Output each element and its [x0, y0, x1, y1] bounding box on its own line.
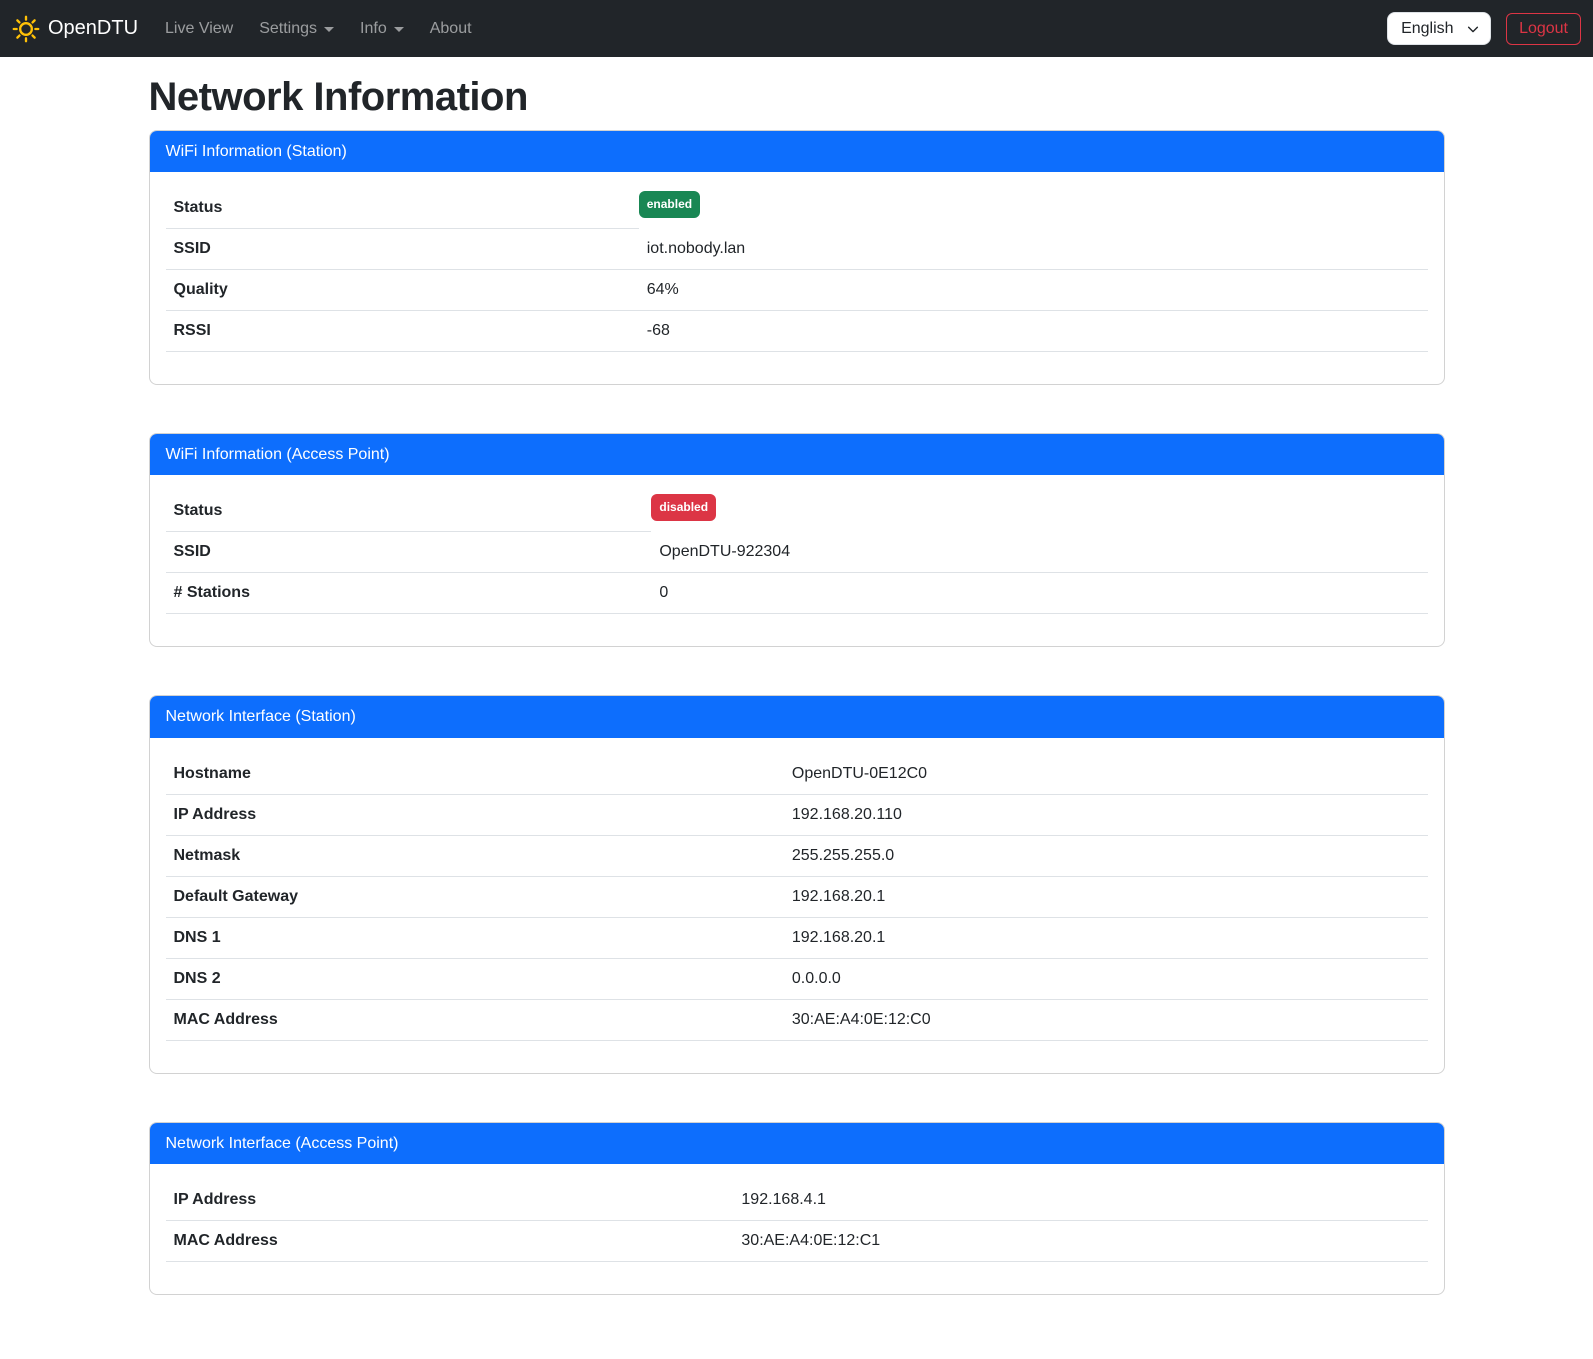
card-header: Network Interface (Station)	[150, 696, 1444, 737]
nav-item-about: About	[417, 12, 485, 46]
row-value-cell: -68	[639, 311, 1428, 352]
nav-link-label: Live View	[165, 20, 233, 38]
nav-link-info[interactable]: Info	[351, 12, 413, 46]
table-row-mac-address: MAC Address30:AE:A4:0E:12:C0	[166, 999, 1428, 1040]
card-body: HostnameOpenDTU-0E12C0IP Address192.168.…	[150, 738, 1444, 1073]
row-label: RSSI	[166, 311, 639, 352]
row-label: IP Address	[166, 794, 784, 835]
status-badge: disabled	[651, 494, 716, 521]
row-label: MAC Address	[166, 1220, 734, 1261]
nav-item-settings: Settings	[246, 12, 347, 46]
nav-link-label: Settings	[259, 20, 317, 38]
card-wifi-information-station: WiFi Information (Station)StatusenabledS…	[149, 130, 1445, 385]
main-content: Network Information WiFi Information (St…	[137, 57, 1457, 1355]
nav-link-live-view[interactable]: Live View	[156, 12, 242, 46]
row-value-cell: 30:AE:A4:0E:12:C1	[733, 1220, 1427, 1261]
row-label: Netmask	[166, 835, 784, 876]
row-label: SSID	[166, 229, 639, 270]
row-label: IP Address	[166, 1180, 734, 1221]
card-body: StatusenabledSSIDiot.nobody.lanQuality64…	[150, 172, 1444, 384]
row-value-cell: 30:AE:A4:0E:12:C0	[784, 999, 1428, 1040]
sun-icon	[12, 15, 40, 43]
card-network-interface-station: Network Interface (Station) HostnameOpenD…	[149, 695, 1445, 1073]
nav-link-settings[interactable]: Settings	[250, 12, 343, 46]
status-badge: enabled	[639, 191, 700, 218]
brand-label: OpenDTU	[48, 17, 138, 40]
row-value-cell: 192.168.20.1	[784, 917, 1428, 958]
nav-item-live-view: Live View	[152, 12, 246, 46]
card-header: WiFi Information (Station)	[150, 131, 1444, 172]
row-label: Hostname	[166, 754, 784, 795]
navbar: OpenDTU Live View Settings Info About Engli…	[0, 0, 1593, 57]
info-table: IP Address192.168.4.1MAC Address30:AE:A4…	[166, 1180, 1428, 1262]
row-value-cell: 0.0.0.0	[784, 958, 1428, 999]
row-value-cell: enabled	[639, 188, 1428, 229]
cards-root: WiFi Information (Station)StatusenabledS…	[149, 130, 1445, 1295]
card-body: IP Address192.168.4.1MAC Address30:AE:A4…	[150, 1164, 1444, 1294]
table-row-ssid: SSIDOpenDTU-922304	[166, 532, 1428, 573]
card-wifi-information-access-point: WiFi Information (Access Point) Statusdis…	[149, 433, 1445, 647]
table-row-status: Statusenabled	[166, 188, 1428, 229]
info-table: StatusdisabledSSIDOpenDTU-922304# Statio…	[166, 491, 1428, 614]
table-row-rssi: RSSI-68	[166, 311, 1428, 352]
row-value-cell: OpenDTU-0E12C0	[784, 754, 1428, 795]
row-value-cell: OpenDTU-922304	[651, 532, 1427, 573]
row-value-cell: 192.168.20.110	[784, 794, 1428, 835]
row-value-cell: disabled	[651, 491, 1427, 532]
nav-item-info: Info	[347, 12, 417, 46]
row-value-cell: 0	[651, 573, 1427, 614]
table-row-quality: Quality64%	[166, 270, 1428, 311]
card-network-interface-access-point: Network Interface (Access Point) IP Addre…	[149, 1122, 1445, 1295]
card-header: Network Interface (Access Point)	[150, 1123, 1444, 1164]
brand-link[interactable]: OpenDTU	[12, 15, 138, 43]
language-select[interactable]: English	[1387, 12, 1491, 45]
table-row-hostname: HostnameOpenDTU-0E12C0	[166, 754, 1428, 795]
table-row-status: Statusdisabled	[166, 491, 1428, 532]
row-label: DNS 2	[166, 958, 784, 999]
table-row-ip-address: IP Address192.168.4.1	[166, 1180, 1428, 1221]
info-table: HostnameOpenDTU-0E12C0IP Address192.168.…	[166, 754, 1428, 1041]
table-row-dns-1: DNS 1192.168.20.1	[166, 917, 1428, 958]
logout-button[interactable]: Logout	[1506, 13, 1581, 45]
nav-link-label: About	[430, 20, 472, 38]
row-value-cell: 192.168.4.1	[733, 1180, 1427, 1221]
row-label: MAC Address	[166, 999, 784, 1040]
nav-link-label: Info	[360, 20, 387, 38]
navbar-right: English Logout	[1387, 12, 1581, 45]
table-row-default-gateway: Default Gateway192.168.20.1	[166, 876, 1428, 917]
chevron-down-icon	[324, 27, 334, 32]
card-body: StatusdisabledSSIDOpenDTU-922304# Statio…	[150, 475, 1444, 646]
row-label: DNS 1	[166, 917, 784, 958]
table-row-netmask: Netmask255.255.255.0	[166, 835, 1428, 876]
card-header: WiFi Information (Access Point)	[150, 434, 1444, 475]
row-label: Default Gateway	[166, 876, 784, 917]
row-value-cell: 64%	[639, 270, 1428, 311]
chevron-down-icon	[394, 27, 404, 32]
table-row-dns-2: DNS 20.0.0.0	[166, 958, 1428, 999]
page-title: Network Information	[149, 75, 1445, 120]
table-row-ssid: SSIDiot.nobody.lan	[166, 229, 1428, 270]
info-table: StatusenabledSSIDiot.nobody.lanQuality64…	[166, 188, 1428, 352]
navbar-menu: Live View Settings Info About	[152, 12, 485, 46]
row-label: SSID	[166, 532, 652, 573]
nav-link-about[interactable]: About	[421, 12, 481, 46]
table-row-mac-address: MAC Address30:AE:A4:0E:12:C1	[166, 1220, 1428, 1261]
row-label: # Stations	[166, 573, 652, 614]
row-label: Status	[166, 491, 652, 532]
table-row-stations: # Stations0	[166, 573, 1428, 614]
row-label: Quality	[166, 270, 639, 311]
row-value-cell: 255.255.255.0	[784, 835, 1428, 876]
table-row-ip-address: IP Address192.168.20.110	[166, 794, 1428, 835]
row-value-cell: iot.nobody.lan	[639, 229, 1428, 270]
row-value-cell: 192.168.20.1	[784, 876, 1428, 917]
language-select-wrap: English	[1387, 12, 1491, 45]
row-label: Status	[166, 188, 639, 229]
